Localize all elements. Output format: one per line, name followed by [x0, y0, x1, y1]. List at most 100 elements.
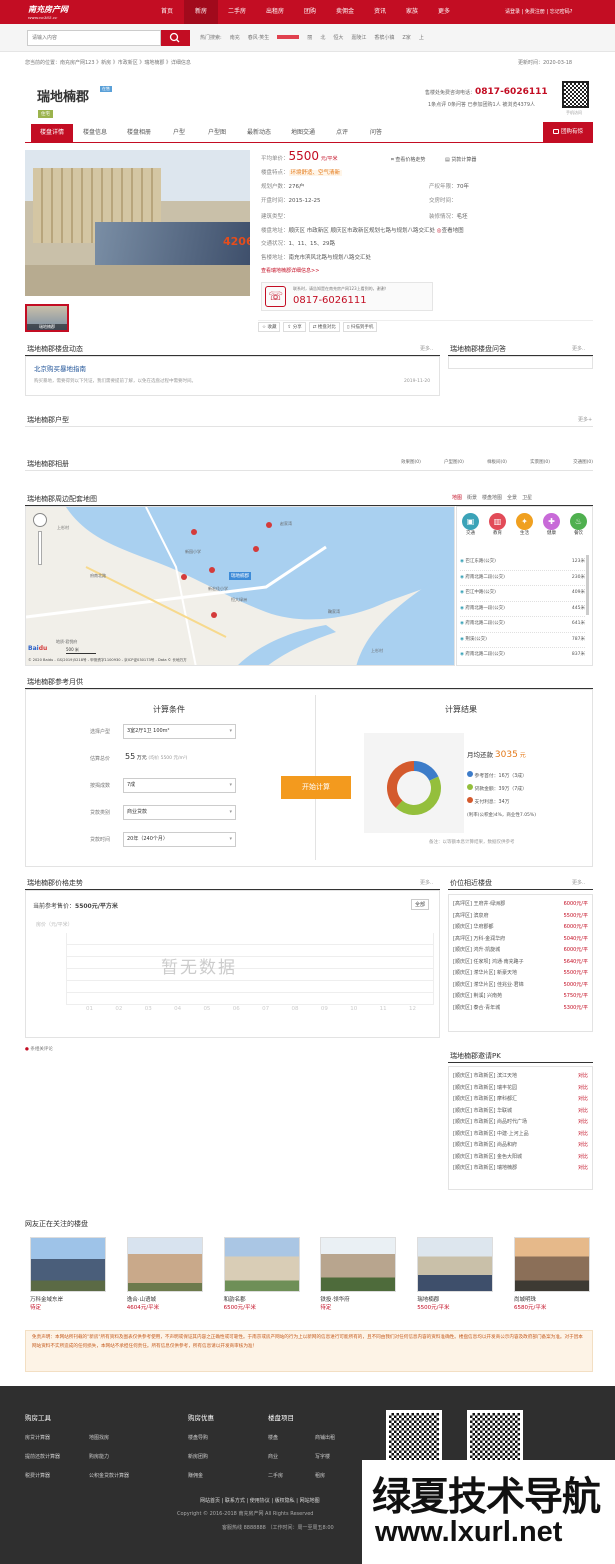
poi-cat-edu[interactable]: ▥ 教育	[489, 513, 506, 536]
similar-row[interactable]: [顺庆区] 华府郡都 6000元/平	[449, 922, 592, 934]
map-link[interactable]: ◎查看地图	[437, 228, 464, 234]
hot-item[interactable]: 嘉陵江	[351, 34, 366, 41]
footer-link[interactable]: 版权隐私	[275, 1498, 295, 1504]
loan-calc-link[interactable]: ▤ 贷款计算器	[445, 154, 476, 166]
dynamic-headline[interactable]: 北京购买暴地指南	[34, 363, 86, 373]
poi-row[interactable]: ◉ 府南北路二段(公交) 641米	[460, 617, 585, 633]
similar-row[interactable]: [顺庆区] 鸿升·凯旋城 6000元/平	[449, 945, 592, 957]
layout-select[interactable]: 3室2厅1卫 100m² ▾	[123, 724, 236, 739]
footer-link[interactable]: 二手房	[268, 1472, 315, 1479]
poi-scrollbar[interactable]	[586, 555, 589, 615]
poi-pin[interactable]	[266, 522, 272, 528]
view-map[interactable]: 地图	[452, 494, 462, 501]
similar-row[interactable]: [高坪区] 万科·金润华府 5040元/平	[449, 934, 592, 946]
footer-link[interactable]: 赚佣金	[188, 1472, 214, 1479]
similar-row[interactable]: [顺庆区] 荆溪] 兴南苑 5750元/平	[449, 991, 592, 1003]
hot-item[interactable]: 北	[320, 34, 325, 41]
qa-more[interactable]: 更多..	[572, 345, 585, 352]
watching-item[interactable]: 尚城明珠 6580元/平米	[513, 1237, 590, 1311]
send-phone-button[interactable]: ▯ 扫描到手机	[342, 322, 378, 332]
dynamic-more[interactable]: 更多..	[420, 345, 433, 352]
footer-link[interactable]: 购房能力	[89, 1453, 153, 1460]
similar-row[interactable]: [顺庆区] 潆华片区] 佳兆业·君锦 5000元/平	[449, 980, 592, 992]
footer-link[interactable]: 房贷计算器	[25, 1434, 89, 1441]
watching-item[interactable]: 和韵名郡 6500元/平米	[223, 1237, 300, 1311]
pk-row[interactable]: [顺庆区] 市政新区] 滨江天地 对比	[449, 1071, 592, 1083]
hotline[interactable]: 0817-6026111	[475, 87, 548, 97]
pk-row[interactable]: [顺庆区] 市政新区] 尚品和府 对比	[449, 1140, 592, 1152]
tab-news[interactable]: 最新动态	[237, 124, 281, 142]
register-link[interactable]: 免费注册	[525, 9, 545, 15]
footer-link[interactable]: 地图找房	[89, 1434, 153, 1441]
pk-row[interactable]: [顺庆区] 市政新区] 摩科都汇 对比	[449, 1094, 592, 1106]
footer-link[interactable]: 网站首页	[200, 1498, 220, 1504]
price-trend-link[interactable]: ⌗ 查看价格走势	[391, 154, 425, 166]
pk-row[interactable]: [顺庆区] 市政新区] 金色大阳城 对比	[449, 1152, 592, 1164]
photo-thumbnail[interactable]: 瑞地楠郡	[25, 304, 69, 332]
similar-row[interactable]: [高坪区] 滨泉府 5500元/平	[449, 911, 592, 923]
zoom-control[interactable]	[33, 513, 47, 527]
album-tab[interactable]: 样板间(0)	[487, 459, 507, 465]
detail-link[interactable]: 查看瑞地楠郡详细信息>>	[261, 265, 319, 277]
watching-item[interactable]: 万科金域东岸 待定	[30, 1237, 106, 1311]
similar-more[interactable]: 更多..	[572, 879, 585, 886]
poi-cat-traffic[interactable]: ▣ 交通	[462, 513, 479, 536]
tab-review[interactable]: 点评	[325, 124, 359, 142]
nav-home[interactable]: 首页	[150, 0, 184, 24]
hot-item[interactable]: 恒大	[333, 34, 343, 41]
nav-more[interactable]: 更多	[428, 0, 460, 24]
tab-album[interactable]: 楼盘相册	[117, 124, 161, 142]
hot-item[interactable]: 香槟小镇	[374, 34, 394, 41]
poi-row[interactable]: ◉ 巴江中路(公交) 409米	[460, 586, 585, 602]
poi-pin[interactable]	[253, 546, 259, 552]
footer-link[interactable]: 商业	[268, 1453, 315, 1460]
hot-item[interactable]: 春风·笑生	[248, 34, 270, 41]
compare-button[interactable]: ⇄ 楼盘对比	[308, 322, 340, 332]
favorite-button[interactable]: ☆ 收藏	[258, 322, 281, 332]
search-button[interactable]	[161, 30, 190, 46]
watching-item[interactable]: 瑞地楠郡 5500元/平米	[417, 1237, 494, 1311]
poi-row[interactable]: ◉ 府南北路二段(公交) 230米	[460, 571, 585, 586]
login-link[interactable]: 请登录	[505, 9, 520, 15]
footer-link[interactable]: 写字楼	[315, 1453, 362, 1460]
hot-item-redacted[interactable]	[277, 35, 300, 39]
footer-link[interactable]: 商铺出租	[315, 1434, 362, 1441]
map-marker[interactable]: 瑞地楠郡	[229, 572, 251, 580]
ratio-select[interactable]: 7成 ▾	[123, 778, 236, 793]
pk-row[interactable]: [顺庆区] 市政新区] 华联城 对比	[449, 1106, 592, 1118]
tuangou-button[interactable]: 团购有惊	[543, 122, 593, 142]
nav-second[interactable]: 二手房	[218, 0, 256, 24]
poi-row[interactable]: ◉ 府南北路一段(公交) 445米	[460, 602, 585, 617]
watching-item[interactable]: 逸合·山语城 4604元/平米	[126, 1237, 203, 1311]
nav-group[interactable]: 团购	[294, 0, 326, 24]
footer-link[interactable]: 楼盘	[268, 1434, 315, 1441]
poi-row[interactable]: ◉ 巴江东路(公交) 123米	[460, 555, 585, 571]
view-building-map[interactable]: 楼盘地图	[482, 494, 502, 501]
tab-huxing-img[interactable]: 户型图	[197, 124, 237, 142]
similar-row[interactable]: [顺庆区] 任家坝] 鸿通·南充路子 5640元/平	[449, 957, 592, 969]
poi-pin[interactable]	[211, 612, 217, 618]
pk-row[interactable]: [顺庆区] 市政新区] 中建·上河上品 对比	[449, 1129, 592, 1141]
tab-detail[interactable]: 楼盘详情	[31, 124, 73, 142]
poi-pin[interactable]	[209, 567, 215, 573]
zoom-slider[interactable]	[38, 531, 42, 565]
poi-row[interactable]: ◉ 府南北路二段(公交) 837米	[460, 648, 585, 664]
similar-row[interactable]: [顺庆区] 泰合·青年城 5300元/平	[449, 1003, 592, 1015]
poi-cat-health[interactable]: ✚ 健康	[543, 513, 560, 536]
footer-link[interactable]: 公积金贷款计算器	[89, 1472, 153, 1479]
trend-more[interactable]: 更多..	[420, 879, 433, 886]
view-satellite[interactable]: 卫星	[522, 494, 532, 501]
poi-cat-life[interactable]: ✦ 生活	[516, 513, 533, 536]
view-street[interactable]: 街景	[467, 494, 477, 501]
footer-link[interactable]: 租房	[315, 1472, 362, 1479]
hot-item[interactable]: 上	[419, 34, 424, 41]
pk-row[interactable]: [顺庆区] 市政新区] 瑞地楠郡 对比	[449, 1163, 592, 1175]
search-input[interactable]	[27, 30, 161, 46]
map-canvas[interactable]: 瑞地楠郡 上杉村 赵家湾 新园小学 府南北路 新宏佳小学 恒大绿洲 地质·君悦府…	[25, 506, 455, 666]
poi-pin[interactable]	[181, 574, 187, 580]
view-panorama[interactable]: 全景	[507, 494, 517, 501]
nav-news[interactable]: 资讯	[364, 0, 396, 24]
album-tab[interactable]: 交通图(0)	[573, 459, 593, 465]
main-photo[interactable]: 4206	[25, 150, 250, 296]
footer-link[interactable]: 网站地图	[300, 1498, 320, 1504]
